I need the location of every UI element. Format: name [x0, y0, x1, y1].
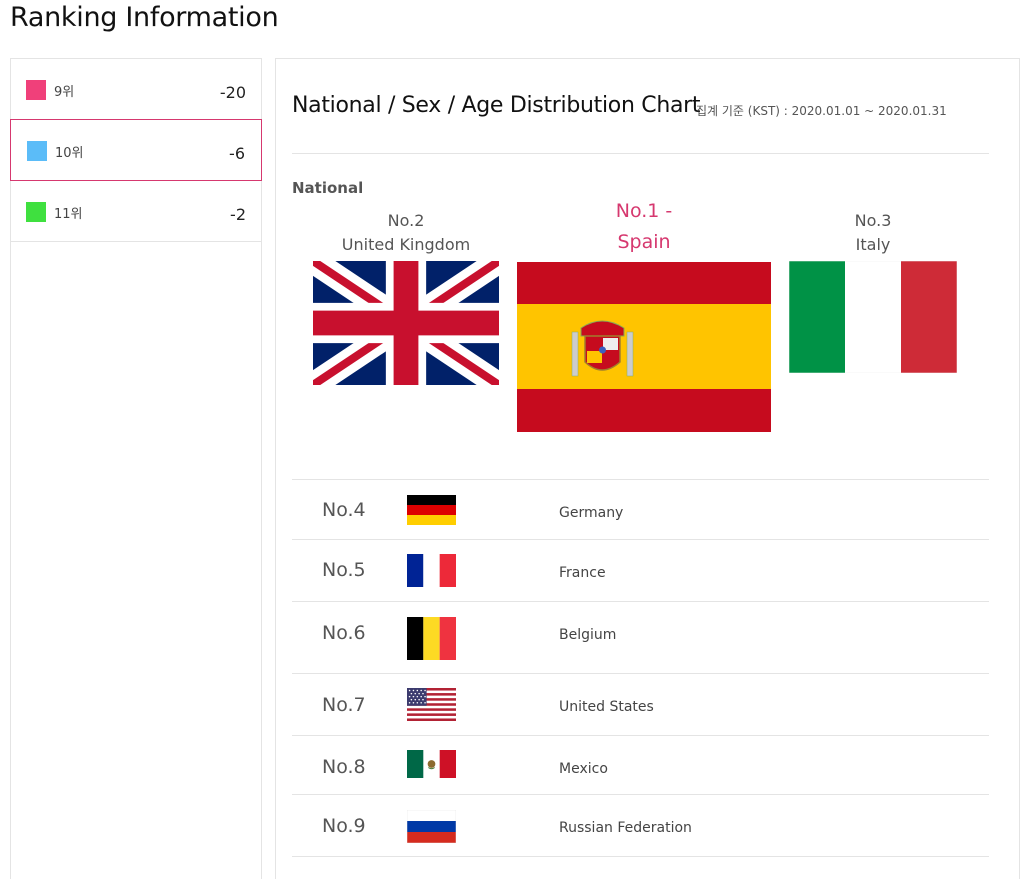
rank-label: 11위: [54, 207, 83, 222]
list-rank: No.9: [322, 815, 366, 837]
distribution-panel: National / Sex / Age Distribution Chart …: [275, 58, 1020, 879]
podium-rank: No.1 -: [615, 200, 673, 222]
france-flag-icon: [407, 554, 456, 587]
divider: [292, 153, 989, 154]
list-rank: No.5: [322, 559, 366, 581]
rank-item-9[interactable]: 9위 -20: [11, 59, 261, 120]
rank-change: -20: [219, 83, 246, 102]
podium-country: Spain: [617, 231, 671, 253]
period-label: 집계 기준 (KST) : 2020.01.01 ~ 2020.01.31: [696, 104, 947, 118]
list-item: No.6 Belgium: [292, 601, 989, 673]
podium-rank: No.2: [387, 211, 425, 230]
germany-flag-icon: [407, 495, 456, 525]
divider: [292, 856, 989, 857]
rank-change: -2: [230, 205, 246, 224]
list-item: No.7 United States: [292, 673, 989, 735]
mexico-flag-icon: [407, 750, 456, 778]
russia-flag-icon: [407, 810, 456, 843]
list-rank: No.7: [322, 694, 366, 716]
rank-label: 10위: [55, 146, 84, 161]
list-country: Germany: [559, 505, 624, 521]
rank-color-swatch: [26, 80, 46, 100]
rank-label: 9위: [54, 85, 75, 100]
list-rank: No.6: [322, 622, 366, 644]
italy-flag-icon: [789, 261, 957, 373]
list-country: United States: [559, 699, 654, 715]
list-country: Belgium: [559, 627, 617, 643]
ranking-sidebar: 9위 -20 10위 -6 11위 -2: [10, 58, 262, 879]
list-item: No.9 Russian Federation: [292, 794, 989, 856]
uk-flag-icon: [313, 261, 499, 385]
podium-first: No.1 - Spain: [517, 196, 771, 432]
podium-country: United Kingdom: [341, 235, 471, 254]
list-country: Russian Federation: [559, 820, 692, 836]
list-rank: No.4: [322, 499, 366, 521]
spain-flag-icon: [517, 262, 771, 432]
list-country: Mexico: [559, 761, 608, 777]
podium-third: No.3 Italy: [789, 209, 957, 373]
list-item: No.8 Mexico: [292, 735, 989, 794]
belgium-flag-icon: [407, 617, 456, 660]
chart-title: National / Sex / Age Distribution Chart: [292, 93, 701, 118]
list-item: No.4 Germany: [292, 479, 989, 539]
rank-item-10[interactable]: 10위 -6: [10, 119, 262, 181]
podium-rank: No.3: [854, 211, 892, 230]
section-label-national: National: [292, 179, 364, 197]
list-item: No.5 France: [292, 539, 989, 601]
podium-country: Italy: [855, 235, 891, 254]
page-title: Ranking Information: [10, 2, 279, 33]
rank-color-swatch: [27, 141, 47, 161]
rank-color-swatch: [26, 202, 46, 222]
list-rank: No.8: [322, 756, 366, 778]
list-country: France: [559, 565, 606, 581]
podium-second: No.2 United Kingdom: [313, 209, 499, 385]
usa-flag-icon: [407, 688, 456, 721]
rank-change: -6: [229, 144, 245, 163]
rank-item-11[interactable]: 11위 -2: [11, 181, 261, 242]
